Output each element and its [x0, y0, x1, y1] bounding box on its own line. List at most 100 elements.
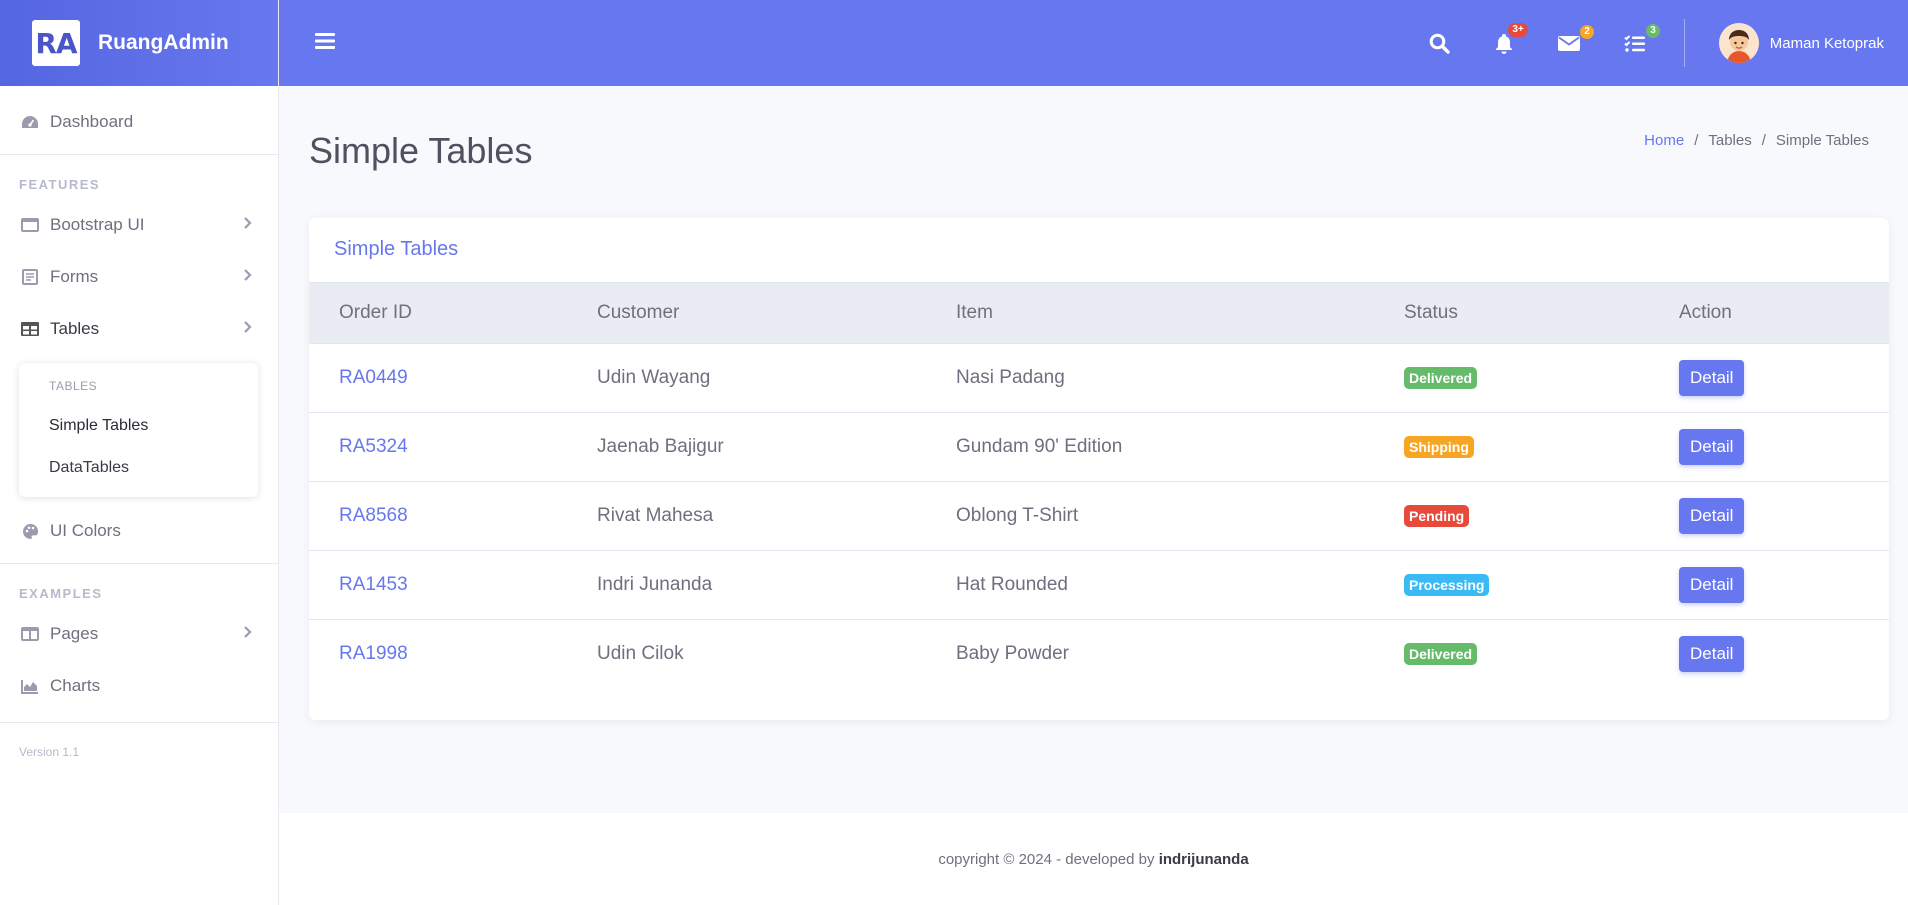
detail-button[interactable]: Detail: [1679, 429, 1745, 465]
chevron-right-icon: [243, 215, 252, 235]
sidebar-heading-features: FEATURES: [19, 177, 101, 192]
table-icon: [20, 320, 40, 338]
user-menu[interactable]: Maman Ketoprak: [1718, 23, 1884, 63]
detail-button[interactable]: Detail: [1679, 567, 1745, 603]
palette-icon: [20, 522, 40, 540]
sidebar-item-label: Pages: [50, 624, 99, 643]
table-row: RA8568 Rivat Mahesa Oblong T-Shirt Pending D…: [309, 481, 1889, 551]
messages-badge: 2: [1580, 24, 1594, 39]
item-cell: Baby Powder: [956, 643, 1070, 665]
column-header-item: Item: [926, 282, 1374, 344]
action-cell: Detail: [1649, 412, 1889, 482]
brand-logo: RA: [32, 20, 80, 66]
order-id-link[interactable]: RA8568: [309, 481, 567, 551]
action-cell: Detail: [1649, 481, 1889, 551]
sidebar-item-ui-colors[interactable]: UI Colors: [0, 505, 278, 557]
status-badge: Delivered: [1404, 643, 1478, 666]
sidebar-item-label: Forms: [50, 267, 99, 286]
table-row: RA1453 Indri Junanda Hat Rounded Processing…: [309, 550, 1889, 620]
chart-area-icon: [20, 677, 40, 695]
brand[interactable]: RA RuangAdmin: [0, 0, 278, 86]
footer-text: copyright © 2024 - developed by: [938, 850, 1155, 868]
action-cell: Detail: [1649, 343, 1889, 413]
status-cell: Delivered: [1374, 620, 1649, 689]
customer-cell: Udin Cilok: [597, 643, 684, 665]
sidebar-item-charts[interactable]: Charts: [0, 660, 278, 712]
status-badge: Shipping: [1404, 436, 1474, 458]
customer-cell: Rivat Mahesa: [567, 481, 926, 551]
columns-icon: [20, 625, 40, 643]
order-id-link[interactable]: RA1998: [309, 620, 567, 689]
submenu-item-datatables[interactable]: DataTables: [19, 447, 258, 489]
main-content: Simple Tables Home / Tables / Simple Tab…: [279, 86, 1908, 813]
column-header-status: Status: [1374, 282, 1649, 344]
order-id-link[interactable]: RA5324: [309, 412, 567, 482]
breadcrumb-separator: /: [1761, 132, 1766, 149]
sidebar-item-label: Tables: [50, 319, 100, 338]
topbar-right: 3+ 2 3 Maman Ketoprak: [1407, 0, 1908, 86]
table-row: RA5324 Jaenab Bajigur Gundam 90' Edition Sh…: [309, 412, 1889, 482]
brand-name: RuangAdmin: [98, 31, 229, 54]
action-cell: Detail: [1649, 550, 1889, 620]
customer-cell: Udin Wayang: [567, 343, 926, 413]
breadcrumb: Home / Tables / Simple Tables: [1644, 132, 1869, 149]
footer: copyright © 2024 - developed by indrijun…: [279, 813, 1908, 905]
card-title: Simple Tables: [334, 238, 459, 260]
status-badge: Delivered: [1404, 367, 1478, 389]
detail-button[interactable]: Detail: [1679, 636, 1745, 673]
table-row: RA1998 Udin Cilok Baby Powder Delivered Deta…: [309, 620, 1889, 689]
breadcrumb-tables[interactable]: Tables: [1708, 132, 1751, 149]
status-cell: Shipping: [1374, 412, 1649, 482]
footer-author-link[interactable]: indrijunanda: [1159, 851, 1249, 868]
orders-table: Order ID Customer Item Status Action RA0…: [309, 282, 1889, 689]
envelope-icon[interactable]: 2: [1557, 24, 1594, 52]
table-row: RA0449 Udin Wayang Nasi Padang Delivered Det…: [309, 343, 1889, 413]
sidebar-item-forms[interactable]: Forms: [0, 251, 278, 303]
status-badge: Pending: [1404, 505, 1470, 527]
status-cell: Pending: [1374, 481, 1649, 551]
table-header-row: Order ID Customer Item Status Action: [309, 282, 1889, 344]
item-cell: Nasi Padang: [926, 343, 1374, 413]
submenu-heading: TABLES: [49, 379, 98, 393]
item-cell: Hat Rounded: [926, 550, 1374, 620]
user-name: Maman Ketoprak: [1769, 34, 1884, 52]
menu-toggle-icon[interactable]: [315, 32, 341, 54]
column-header-order-id: Order ID: [309, 282, 567, 344]
sidebar-item-tables[interactable]: Tables: [0, 303, 278, 355]
breadcrumb-current: Simple Tables: [1775, 132, 1869, 149]
page-title: Simple Tables: [309, 130, 533, 171]
column-header-action: Action: [1649, 282, 1889, 344]
bell-icon[interactable]: 3+: [1494, 22, 1528, 54]
detail-button[interactable]: Detail: [1679, 498, 1745, 534]
order-id-link[interactable]: RA1453: [309, 550, 567, 620]
chevron-right-icon: [243, 319, 252, 339]
order-id-link[interactable]: RA0449: [309, 343, 567, 413]
sidebar-item-label: Charts: [50, 676, 101, 695]
tables-submenu: TABLES Simple Tables DataTables: [19, 363, 258, 497]
chevron-right-icon: [243, 267, 252, 287]
sidebar-item-label: UI Colors: [50, 521, 121, 540]
topbar-divider: [1683, 19, 1685, 67]
dashboard-icon: [20, 113, 40, 131]
form-icon: [20, 268, 40, 286]
topbar: 3+ 2 3 Maman Ketoprak: [279, 0, 1908, 86]
simple-table-card: Simple Tables Order ID Customer Item Sta…: [309, 218, 1889, 720]
breadcrumb-home[interactable]: Home: [1644, 132, 1684, 149]
item-cell: Oblong T-Shirt: [926, 481, 1374, 551]
sidebar-item-label: Bootstrap UI: [50, 215, 145, 234]
alerts-badge: 3+: [1508, 22, 1528, 37]
sidebar: RA RuangAdmin Dashboard FEATURES Bootstr…: [0, 0, 279, 905]
detail-button[interactable]: Detail: [1679, 360, 1745, 396]
submenu-item-simple-tables[interactable]: Simple Tables: [19, 405, 258, 447]
status-badge: Processing: [1404, 574, 1490, 596]
search-icon[interactable]: [1429, 33, 1450, 54]
sidebar-item-bootstrap-ui[interactable]: Bootstrap UI: [0, 199, 278, 251]
avatar: [1718, 23, 1759, 63]
sidebar-item-dashboard[interactable]: Dashboard: [0, 96, 278, 148]
sidebar-heading-examples: EXAMPLES: [19, 586, 103, 601]
tasks-icon[interactable]: 3: [1624, 23, 1660, 53]
version-label: Version 1.1: [19, 745, 80, 759]
sidebar-item-pages[interactable]: Pages: [0, 608, 278, 660]
customer-cell: Indri Junanda: [567, 550, 926, 620]
item-cell: Gundam 90' Edition: [926, 412, 1374, 482]
